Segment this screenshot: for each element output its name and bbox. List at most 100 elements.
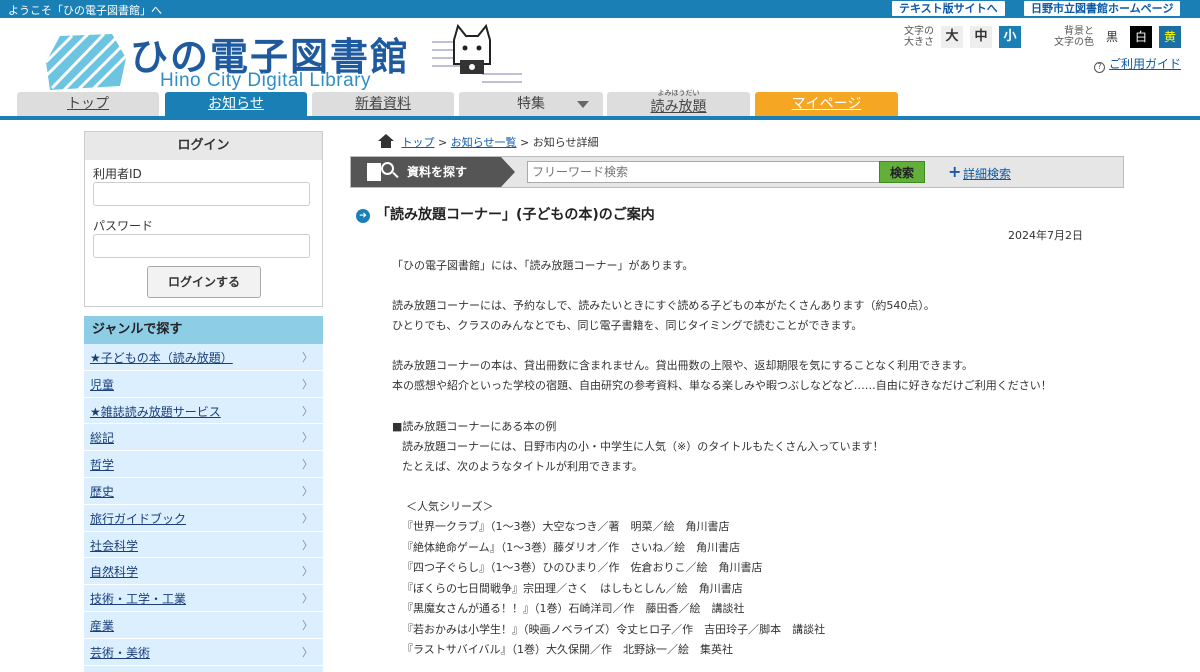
notice-line: たとえば、次のようなタイトルが利用できます。: [402, 460, 643, 473]
logo-mark-icon: [44, 32, 130, 92]
nav-underline: [0, 116, 1200, 120]
help-icon: ?: [1094, 62, 1105, 73]
breadcrumb-sep: >: [520, 136, 530, 149]
user-id-label: 利用者ID: [93, 167, 142, 181]
genre-item[interactable]: 技術・工学・工業 〉: [84, 585, 323, 612]
cat-mascot-icon: [432, 24, 522, 83]
bg-white-button[interactable]: 白: [1130, 26, 1152, 48]
password-input[interactable]: [93, 234, 310, 258]
dropdown-arrow-icon: [577, 101, 589, 108]
notice-line: 「ひの電子図書館」には、「読み放題コーナー」があります。: [392, 259, 694, 272]
genre-link[interactable]: 哲学: [90, 456, 114, 473]
notice-line: 『若おかみは小学生！』（映画ノベライズ）令丈ヒロ子／作 吉田玲子／脚本 講談社: [402, 623, 826, 636]
notice-line: 『世界一クラブ』（1～3巻）大空なつき／著 明菜／絵 角川書店: [402, 520, 730, 533]
genre-link[interactable]: 社会科学: [90, 537, 138, 554]
breadcrumb-news-list[interactable]: お知らせ一覧: [451, 136, 517, 149]
chevron-right-icon: 〉: [302, 377, 313, 391]
search-input[interactable]: [527, 161, 881, 183]
notice-line: ＜人気シリーズ＞: [406, 500, 494, 513]
genre-link[interactable]: ★雑誌読み放題サービス: [90, 403, 221, 420]
chevron-right-icon: 〉: [302, 645, 313, 659]
notice-date: 2024年7月2日: [1008, 229, 1083, 242]
site-logo[interactable]: ひの電子図書館 Hino City Digital Library: [42, 20, 532, 92]
fontsize-large-button[interactable]: 大: [941, 26, 963, 48]
search-bar: 資料を探す 検索 + 詳細検索: [350, 156, 1124, 188]
chevron-right-icon: 〉: [302, 404, 313, 418]
notice-line: 『ぼくらの七日間戦争』宗田理／さく はしもとしん／絵 角川書店: [402, 582, 743, 595]
chevron-right-icon: 〉: [302, 431, 313, 445]
chevron-right-icon: 〉: [302, 511, 313, 525]
tab-ruby: よみほうだい: [657, 89, 700, 97]
tab-new-items[interactable]: 新着資料: [312, 92, 454, 116]
plus-icon: +: [948, 162, 962, 181]
bg-black-button[interactable]: 黒: [1101, 26, 1123, 48]
genre-link[interactable]: 産業: [90, 617, 114, 634]
top-bar: ようこそ「ひの電子図書館」へ テキスト版サイトへ 日野市立図書館ホームページ: [0, 0, 1200, 18]
login-box: ログイン 利用者ID パスワード ログインする: [84, 131, 323, 307]
notice-line: 読み放題コーナーには、予約なしで、読みたいときにすぐ読める子どもの本がたくさんあ…: [392, 299, 935, 312]
genre-link[interactable]: ★子どもの本（読み放題）: [90, 349, 233, 366]
tab-news[interactable]: お知らせ: [165, 92, 307, 116]
genre-link[interactable]: 技術・工学・工業: [90, 590, 186, 607]
password-label: パスワード: [93, 219, 154, 233]
notice-line: 『黒魔女さんが通る！！』（1巻）石崎洋司／作 藤田香／絵 講談社: [402, 602, 745, 615]
notice-line: 本の感想や紹介といった学校の宿題、自由研究の参考資料、単なる楽しみや暇つぶしなど…: [392, 379, 1052, 392]
text-site-link[interactable]: テキスト版サイトへ: [892, 1, 1005, 16]
chevron-right-icon: 〉: [302, 618, 313, 632]
genre-item[interactable]: 児童 〉: [84, 370, 323, 398]
fontsize-medium-button[interactable]: 中: [970, 26, 992, 48]
breadcrumb-sep: >: [438, 136, 448, 149]
chevron-right-icon: 〉: [302, 538, 313, 552]
genre-link[interactable]: 歴史: [90, 483, 114, 500]
tab-mypage[interactable]: マイページ: [755, 92, 898, 116]
genre-link[interactable]: 旅行ガイドブック: [90, 510, 186, 527]
bg-yellow-button[interactable]: 黄: [1159, 26, 1181, 48]
chevron-right-icon: 〉: [302, 484, 313, 498]
notice-line: 『四つ子ぐらし』（1～3巻）ひのひまり／作 佐倉おりこ／絵 角川書店: [402, 561, 763, 574]
arrow-right-icon: ➔: [356, 209, 370, 223]
notice-line: ひとりでも、クラスのみんなとでも、同じ電子書籍を、同じタイミングで読むことができ…: [392, 319, 863, 332]
genre-item[interactable]: 哲学 〉: [84, 451, 323, 478]
bgcolor-label: 背景と 文字の色: [1054, 26, 1094, 48]
chevron-right-icon: 〉: [302, 565, 313, 579]
notice-line: 読み放題コーナーには、日野市内の小・中学生に人気（※）のタイトルもたくさん入って…: [402, 440, 884, 453]
genre-title: ジャンルで探す: [84, 316, 323, 344]
genre-item[interactable]: 旅行ガイドブック 〉: [84, 504, 323, 532]
chevron-right-icon: 〉: [302, 458, 313, 472]
fontsize-small-button[interactable]: 小: [999, 26, 1021, 48]
search-button[interactable]: 検索: [879, 161, 925, 183]
genre-item[interactable]: 自然科学 〉: [84, 558, 323, 586]
genre-item[interactable]: 言語〉: [84, 665, 323, 672]
advanced-search-link[interactable]: 詳細検索: [963, 165, 1011, 182]
welcome-text: ようこそ「ひの電子図書館」へ: [8, 4, 162, 17]
home-icon[interactable]: [378, 134, 394, 148]
genre-link[interactable]: 総記: [90, 429, 114, 446]
homepage-link[interactable]: 日野市立図書館ホームページ: [1024, 1, 1181, 16]
tab-unlimited[interactable]: よみほうだい 読み放題: [607, 89, 750, 116]
genre-item[interactable]: 歴史 〉: [84, 477, 323, 505]
tab-features[interactable]: 特集: [459, 92, 603, 116]
user-id-input[interactable]: [93, 182, 310, 206]
genre-item[interactable]: 社会科学 〉: [84, 531, 323, 559]
genre-link[interactable]: 自然科学: [90, 563, 138, 580]
genre-item[interactable]: 芸術・美術 〉: [84, 638, 323, 666]
genre-link[interactable]: 芸術・美術: [90, 644, 150, 661]
breadcrumb: トップ > お知らせ一覧 > お知らせ詳細: [378, 134, 599, 150]
notice-title: ➔ 「読み放題コーナー」(子どもの本)のご案内: [356, 204, 655, 224]
genre-item[interactable]: 産業 〉: [84, 611, 323, 639]
guide-link[interactable]: ? ご利用ガイド: [1094, 55, 1181, 73]
magnifier-icon: [381, 162, 394, 175]
genre-item[interactable]: 総記 〉: [84, 424, 323, 452]
search-label: 資料を探す: [351, 157, 515, 187]
logo-subtitle: Hino City Digital Library: [160, 70, 372, 91]
login-button[interactable]: ログインする: [147, 266, 261, 298]
notice-line: 読み放題コーナーの本は、貸出冊数に含まれません。貸出冊数の上限や、返却期限を気に…: [392, 359, 974, 372]
genre-item[interactable]: ★子どもの本（読み放題） 〉: [84, 344, 323, 371]
genre-item[interactable]: ★雑誌読み放題サービス 〉: [84, 397, 323, 425]
tab-top[interactable]: トップ: [17, 92, 159, 116]
notice-line: 『ラストサバイバル』（1巻）大久保開／作 北野詠一／絵 集英社: [402, 643, 734, 656]
chevron-right-icon: 〉: [302, 592, 313, 606]
genre-panel: ジャンルで探す ★子どもの本（読み放題）〉児童〉 ★雑誌読み放題サービス〉総記〉哲…: [84, 316, 323, 672]
genre-link[interactable]: 児童: [90, 376, 114, 393]
breadcrumb-top[interactable]: トップ: [402, 136, 435, 149]
